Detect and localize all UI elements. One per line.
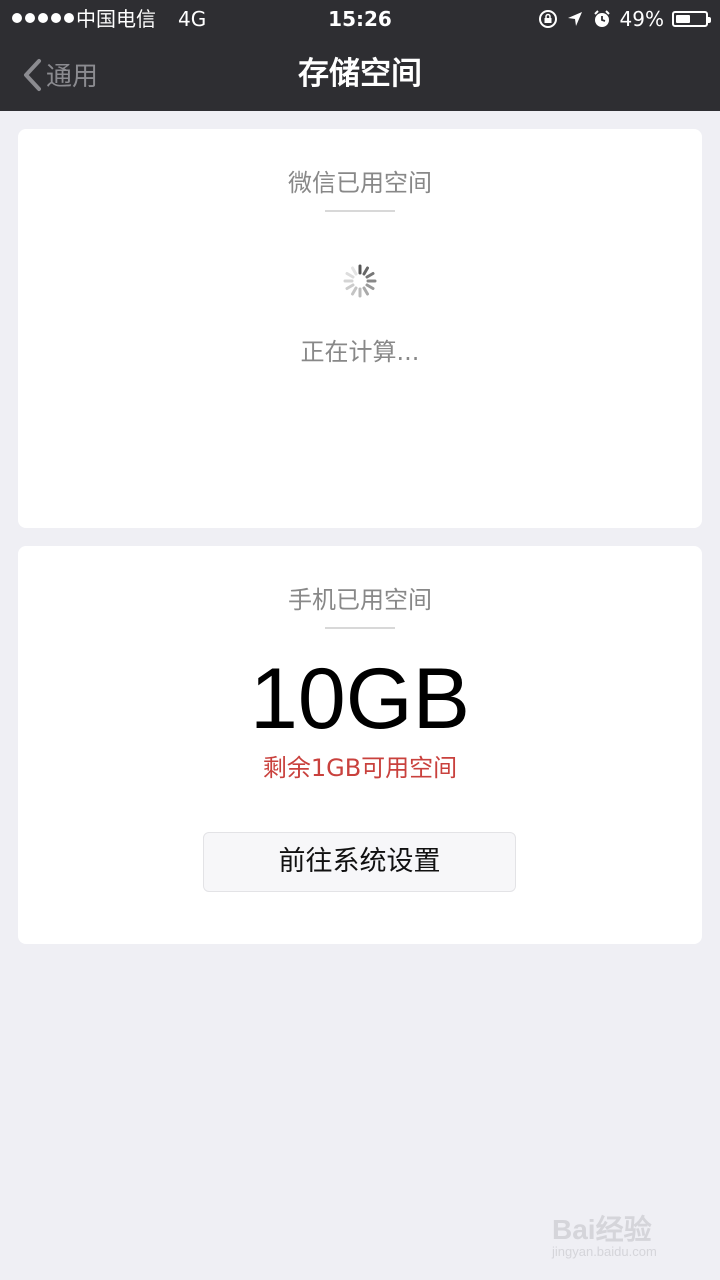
remaining-space: 剩余1GB可用空间 [262, 754, 458, 782]
go-to-system-settings-button[interactable]: 前往系统设置 [203, 832, 516, 892]
navigation-bar: 通用 存储空间 [0, 38, 720, 111]
wechat-storage-title: 微信已用空间 [288, 169, 432, 197]
phone-storage-card: 手机已用空间 10GB 剩余1GB可用空间 前往系统设置 [18, 546, 702, 944]
phone-used-size: 10GB [250, 651, 470, 747]
watermark-url: jingyan.baidu.com [552, 1244, 657, 1259]
calculating-status: 正在计算... [300, 338, 420, 366]
wechat-storage-card: 微信已用空间 正在计算... [18, 129, 702, 528]
divider [325, 627, 395, 629]
phone-storage-title: 手机已用空间 [288, 586, 432, 614]
header: 中国电信 4G 15:26 49% 通用 存储空间 [0, 0, 720, 111]
baidu-jingyan-watermark: Bai经验 jingyan.baidu.com [548, 1200, 708, 1264]
status-icons: 49% [538, 0, 711, 38]
alarm-icon [593, 10, 610, 27]
location-arrow-icon [567, 12, 582, 26]
battery-level [676, 15, 690, 23]
page-title: 存储空间 [298, 56, 422, 92]
loading-spinner-icon [343, 264, 377, 298]
status-bar: 中国电信 4G 15:26 49% [0, 0, 720, 38]
battery-icon [672, 11, 711, 27]
divider [325, 210, 395, 212]
battery-percent: 49% [619, 7, 664, 31]
orientation-lock-icon [538, 10, 557, 28]
watermark-logo: Bai经验 [552, 1214, 652, 1245]
